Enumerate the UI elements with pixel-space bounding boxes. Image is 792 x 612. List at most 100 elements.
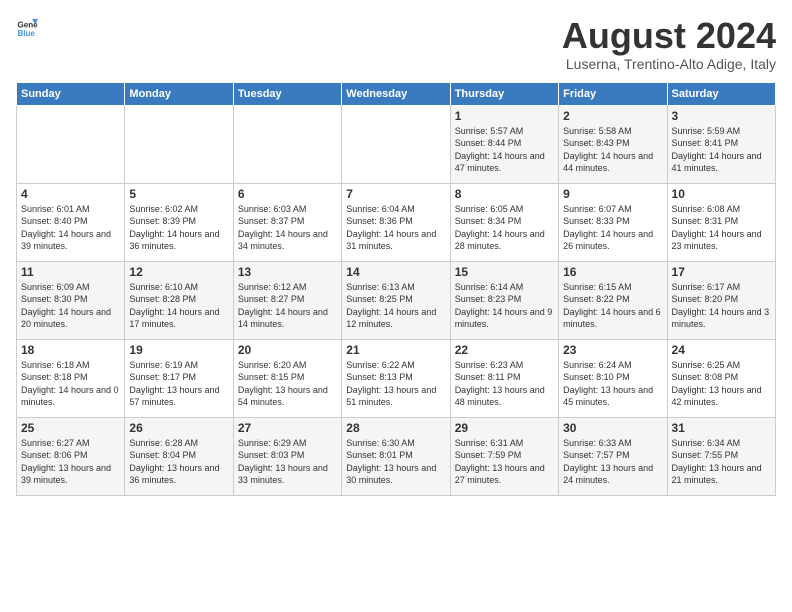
table-row: 16Sunrise: 6:15 AM Sunset: 8:22 PM Dayli… bbox=[559, 261, 667, 339]
day-info: Sunrise: 6:23 AM Sunset: 8:11 PM Dayligh… bbox=[455, 359, 554, 409]
day-info: Sunrise: 6:34 AM Sunset: 7:55 PM Dayligh… bbox=[672, 437, 771, 487]
table-row: 17 Sunrise: 6:17 AM Sunset: 8:20 PM Dayli… bbox=[667, 261, 775, 339]
day-number: 28 bbox=[346, 421, 445, 435]
day-number: 4 bbox=[21, 187, 120, 201]
day-info: Sunrise: 6:03 AM Sunset: 8:37 PM Dayligh… bbox=[238, 203, 337, 253]
week-row-0: 1 Sunrise: 5:57 AM Sunset: 8:44 PM Daylig… bbox=[17, 105, 776, 183]
table-row: 4 Sunrise: 6:01 AM Sunset: 8:40 PM Daylig… bbox=[17, 183, 125, 261]
table-row: 8 Sunrise: 6:05 AM Sunset: 8:34 PM Daylig… bbox=[450, 183, 558, 261]
day-info: Sunrise: 6:10 AM Sunset: 8:28 PM Dayligh… bbox=[129, 281, 228, 331]
day-info: Sunrise: 6:31 AM Sunset: 7:59 PM Dayligh… bbox=[455, 437, 554, 487]
table-row: 25 Sunrise: 6:27 AM Sunset: 8:06 PM Dayli… bbox=[17, 417, 125, 495]
day-number: 6 bbox=[238, 187, 337, 201]
table-row: 28Sunrise: 6:30 AM Sunset: 8:01 PM Dayli… bbox=[342, 417, 450, 495]
day-number: 9 bbox=[563, 187, 662, 201]
table-row: 7 Sunrise: 6:04 AM Sunset: 8:36 PM Daylig… bbox=[342, 183, 450, 261]
day-number: 8 bbox=[455, 187, 554, 201]
table-row: 12Sunrise: 6:10 AM Sunset: 8:28 PM Dayli… bbox=[125, 261, 233, 339]
day-info: Sunrise: 6:18 AM Sunset: 8:18 PM Dayligh… bbox=[21, 359, 120, 409]
page: General Blue August 2024 Luserna, Trenti… bbox=[0, 0, 792, 504]
week-row-1: 4 Sunrise: 6:01 AM Sunset: 8:40 PM Daylig… bbox=[17, 183, 776, 261]
day-info: Sunrise: 6:15 AM Sunset: 8:22 PM Dayligh… bbox=[563, 281, 662, 331]
table-row: 9 Sunrise: 6:07 AM Sunset: 8:33 PM Daylig… bbox=[559, 183, 667, 261]
day-number: 23 bbox=[563, 343, 662, 357]
day-number: 24 bbox=[672, 343, 771, 357]
col-thursday: Thursday bbox=[450, 82, 558, 105]
day-info: Sunrise: 6:19 AM Sunset: 8:17 PM Dayligh… bbox=[129, 359, 228, 409]
day-number: 10 bbox=[672, 187, 771, 201]
day-number: 31 bbox=[672, 421, 771, 435]
day-number: 2 bbox=[563, 109, 662, 123]
day-number: 17 bbox=[672, 265, 771, 279]
day-info: Sunrise: 6:22 AM Sunset: 8:13 PM Dayligh… bbox=[346, 359, 445, 409]
week-row-2: 11Sunrise: 6:09 AM Sunset: 8:30 PM Dayli… bbox=[17, 261, 776, 339]
col-tuesday: Tuesday bbox=[233, 82, 341, 105]
week-row-4: 25 Sunrise: 6:27 AM Sunset: 8:06 PM Dayli… bbox=[17, 417, 776, 495]
table-row: 13 Sunrise: 6:12 AM Sunset: 8:27 PM Dayli… bbox=[233, 261, 341, 339]
day-number: 18 bbox=[21, 343, 120, 357]
table-row: 31 Sunrise: 6:34 AM Sunset: 7:55 PM Dayli… bbox=[667, 417, 775, 495]
table-row: 14 Sunrise: 6:13 AM Sunset: 8:25 PM Dayli… bbox=[342, 261, 450, 339]
day-info: Sunrise: 6:01 AM Sunset: 8:40 PM Dayligh… bbox=[21, 203, 120, 253]
day-number: 3 bbox=[672, 109, 771, 123]
col-saturday: Saturday bbox=[667, 82, 775, 105]
day-info: Sunrise: 6:33 AM Sunset: 7:57 PM Dayligh… bbox=[563, 437, 662, 487]
table-row: 5 Sunrise: 6:02 AM Sunset: 8:39 PM Daylig… bbox=[125, 183, 233, 261]
day-info: Sunrise: 6:09 AM Sunset: 8:30 PM Dayligh… bbox=[21, 281, 120, 331]
table-row: 11Sunrise: 6:09 AM Sunset: 8:30 PM Dayli… bbox=[17, 261, 125, 339]
day-number: 22 bbox=[455, 343, 554, 357]
day-info: Sunrise: 6:13 AM Sunset: 8:25 PM Dayligh… bbox=[346, 281, 445, 331]
table-row: 6 Sunrise: 6:03 AM Sunset: 8:37 PM Daylig… bbox=[233, 183, 341, 261]
header-row: Sunday Monday Tuesday Wednesday Thursday… bbox=[17, 82, 776, 105]
day-number: 13 bbox=[238, 265, 337, 279]
day-info: Sunrise: 5:57 AM Sunset: 8:44 PM Dayligh… bbox=[455, 125, 554, 175]
col-wednesday: Wednesday bbox=[342, 82, 450, 105]
day-info: Sunrise: 6:17 AM Sunset: 8:20 PM Dayligh… bbox=[672, 281, 771, 331]
col-monday: Monday bbox=[125, 82, 233, 105]
table-row: 2 Sunrise: 5:58 AM Sunset: 8:43 PM Daylig… bbox=[559, 105, 667, 183]
table-row: 20 Sunrise: 6:20 AM Sunset: 8:15 PM Dayli… bbox=[233, 339, 341, 417]
table-row: 10Sunrise: 6:08 AM Sunset: 8:31 PM Dayli… bbox=[667, 183, 775, 261]
day-info: Sunrise: 6:02 AM Sunset: 8:39 PM Dayligh… bbox=[129, 203, 228, 253]
day-info: Sunrise: 6:20 AM Sunset: 8:15 PM Dayligh… bbox=[238, 359, 337, 409]
day-info: Sunrise: 5:59 AM Sunset: 8:41 PM Dayligh… bbox=[672, 125, 771, 175]
day-number: 20 bbox=[238, 343, 337, 357]
day-number: 14 bbox=[346, 265, 445, 279]
day-info: Sunrise: 6:24 AM Sunset: 8:10 PM Dayligh… bbox=[563, 359, 662, 409]
day-info: Sunrise: 6:07 AM Sunset: 8:33 PM Dayligh… bbox=[563, 203, 662, 253]
day-info: Sunrise: 5:58 AM Sunset: 8:43 PM Dayligh… bbox=[563, 125, 662, 175]
day-info: Sunrise: 6:04 AM Sunset: 8:36 PM Dayligh… bbox=[346, 203, 445, 253]
logo: General Blue bbox=[16, 16, 38, 38]
day-number: 7 bbox=[346, 187, 445, 201]
col-sunday: Sunday bbox=[17, 82, 125, 105]
table-row: 26Sunrise: 6:28 AM Sunset: 8:04 PM Dayli… bbox=[125, 417, 233, 495]
day-number: 15 bbox=[455, 265, 554, 279]
table-row bbox=[17, 105, 125, 183]
day-info: Sunrise: 6:05 AM Sunset: 8:34 PM Dayligh… bbox=[455, 203, 554, 253]
day-number: 25 bbox=[21, 421, 120, 435]
day-info: Sunrise: 6:27 AM Sunset: 8:06 PM Dayligh… bbox=[21, 437, 120, 487]
day-info: Sunrise: 6:12 AM Sunset: 8:27 PM Dayligh… bbox=[238, 281, 337, 331]
table-row: 21 Sunrise: 6:22 AM Sunset: 8:13 PM Dayli… bbox=[342, 339, 450, 417]
table-row: 30 Sunrise: 6:33 AM Sunset: 7:57 PM Dayli… bbox=[559, 417, 667, 495]
title-block: August 2024 Luserna, Trentino-Alto Adige… bbox=[562, 16, 776, 72]
table-row: 24Sunrise: 6:25 AM Sunset: 8:08 PM Dayli… bbox=[667, 339, 775, 417]
table-row: 1 Sunrise: 5:57 AM Sunset: 8:44 PM Daylig… bbox=[450, 105, 558, 183]
day-number: 26 bbox=[129, 421, 228, 435]
day-number: 30 bbox=[563, 421, 662, 435]
svg-text:Blue: Blue bbox=[17, 29, 35, 38]
week-row-3: 18 Sunrise: 6:18 AM Sunset: 8:18 PM Dayli… bbox=[17, 339, 776, 417]
day-number: 29 bbox=[455, 421, 554, 435]
day-number: 19 bbox=[129, 343, 228, 357]
calendar-table: Sunday Monday Tuesday Wednesday Thursday… bbox=[16, 82, 776, 496]
day-number: 21 bbox=[346, 343, 445, 357]
day-number: 1 bbox=[455, 109, 554, 123]
table-row: 23 Sunrise: 6:24 AM Sunset: 8:10 PM Dayli… bbox=[559, 339, 667, 417]
day-info: Sunrise: 6:14 AM Sunset: 8:23 PM Dayligh… bbox=[455, 281, 554, 331]
day-number: 5 bbox=[129, 187, 228, 201]
table-row: 18 Sunrise: 6:18 AM Sunset: 8:18 PM Dayli… bbox=[17, 339, 125, 417]
table-row: 3 Sunrise: 5:59 AM Sunset: 8:41 PM Daylig… bbox=[667, 105, 775, 183]
subtitle: Luserna, Trentino-Alto Adige, Italy bbox=[562, 56, 776, 72]
table-row: 15 Sunrise: 6:14 AM Sunset: 8:23 PM Dayli… bbox=[450, 261, 558, 339]
logo-icon: General Blue bbox=[16, 16, 38, 38]
